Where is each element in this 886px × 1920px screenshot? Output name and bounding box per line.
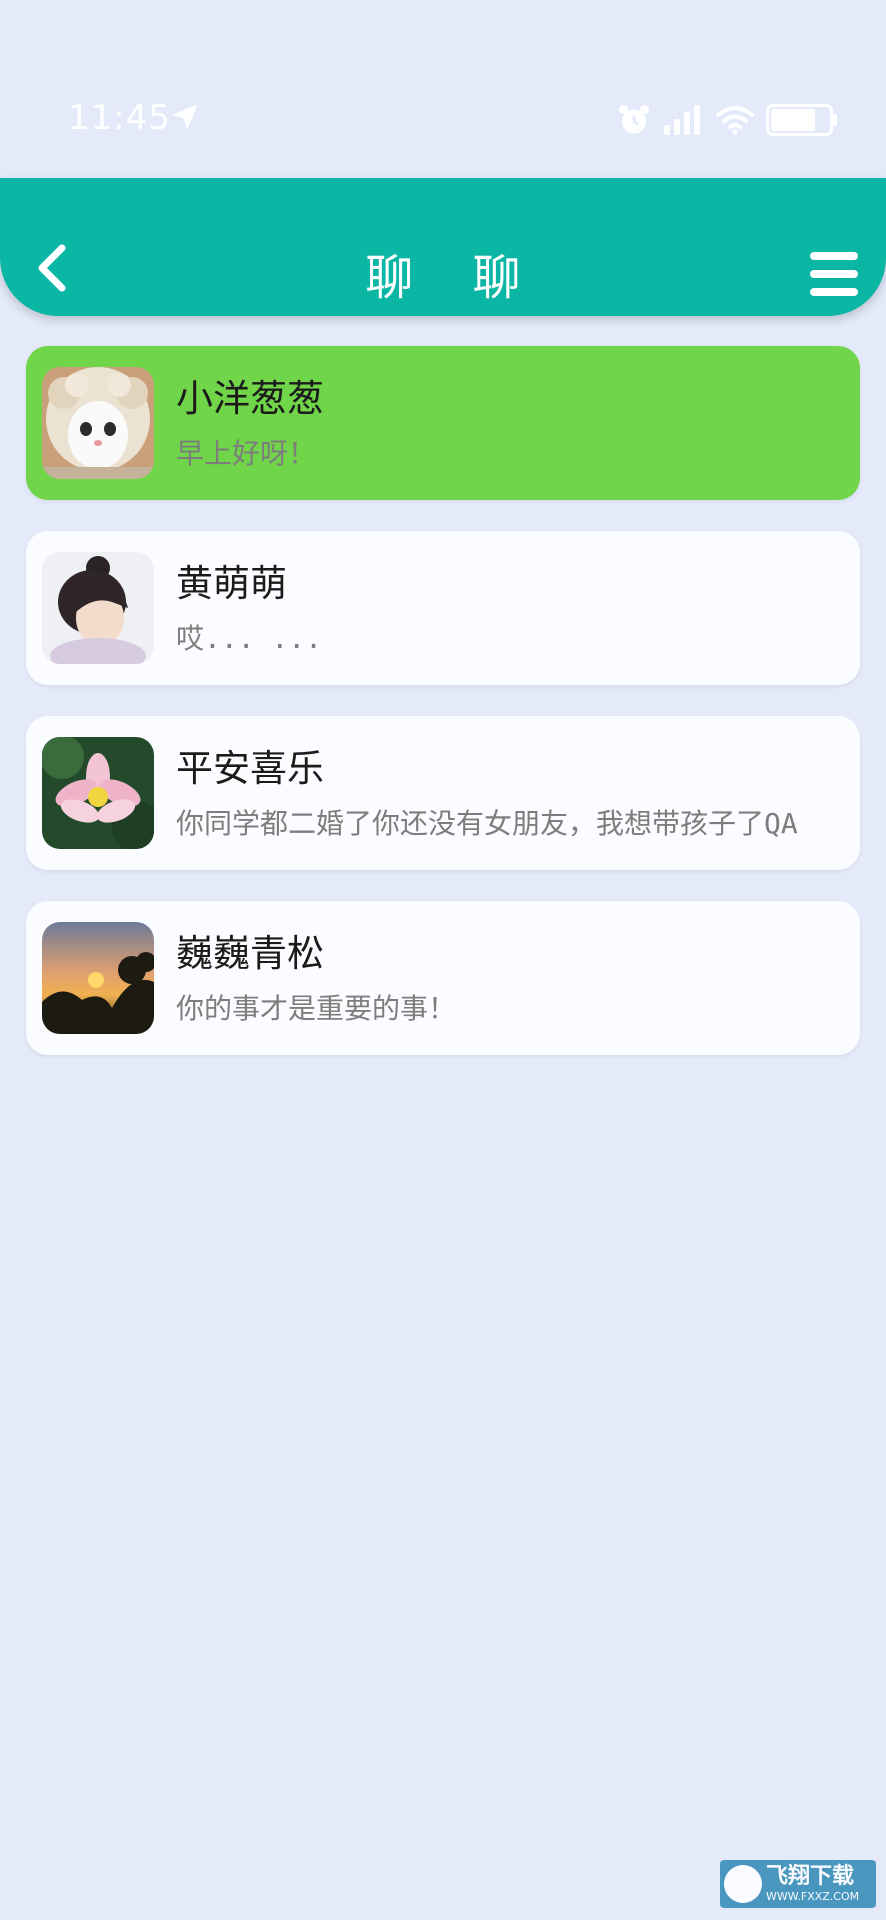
chat-list: 小洋葱葱 早上好呀！ 黄萌萌 哎... ... 平安喜乐 你同学都二婚了你还没有… xyxy=(26,346,860,1086)
chat-item[interactable]: 黄萌萌 哎... ... xyxy=(26,531,860,685)
chat-item[interactable]: 巍巍青松 你的事才是重要的事！ xyxy=(26,901,860,1055)
watermark-main: 飞翔下载 xyxy=(766,1864,855,1889)
menu-line xyxy=(810,270,858,278)
chat-last-message: 早上好呀！ xyxy=(176,437,317,470)
wifi-icon xyxy=(716,106,754,135)
chat-last-message: 你同学都二婚了你还没有女朋友，我想带孩子了QA xyxy=(176,807,798,840)
menu-line xyxy=(810,252,858,260)
battery-icon xyxy=(766,104,837,136)
top-app-bar: 聊 聊 xyxy=(0,178,886,316)
girl-avatar xyxy=(42,552,154,664)
sunset-avatar xyxy=(42,922,154,1034)
site-watermark: 飞翔下载 WWW.FXXZ.COM xyxy=(720,1860,876,1908)
status-bar: 11:45 xyxy=(0,0,886,178)
watermark-sub: WWW.FXXZ.COM xyxy=(766,1890,860,1903)
chat-name: 巍巍青松 xyxy=(176,932,324,975)
alarm-clock-icon xyxy=(619,105,649,134)
lotus-avatar xyxy=(42,737,154,849)
status-time: 11:45 xyxy=(68,98,171,138)
chat-item[interactable]: 平安喜乐 你同学都二婚了你还没有女朋友，我想带孩子了QA xyxy=(26,716,860,870)
watermark-logo-icon xyxy=(724,1865,762,1903)
chat-name: 黄萌萌 xyxy=(176,562,287,605)
status-icons xyxy=(616,100,838,140)
chat-name: 平安喜乐 xyxy=(176,747,324,790)
chat-item[interactable]: 小洋葱葱 早上好呀！ xyxy=(26,346,860,500)
chat-last-message: 你的事才是重要的事！ xyxy=(176,992,457,1025)
page-title: 聊 聊 xyxy=(365,250,543,306)
chat-name: 小洋葱葱 xyxy=(176,377,324,420)
chat-last-message: 哎... ... xyxy=(176,622,323,655)
hamburger-menu-icon[interactable] xyxy=(810,252,858,296)
menu-line xyxy=(810,288,858,296)
cat-avatar xyxy=(42,367,154,479)
location-arrow-icon xyxy=(172,104,198,130)
watermark-text: 飞翔下载 WWW.FXXZ.COM xyxy=(766,1864,860,1903)
signal-icon xyxy=(664,105,700,135)
